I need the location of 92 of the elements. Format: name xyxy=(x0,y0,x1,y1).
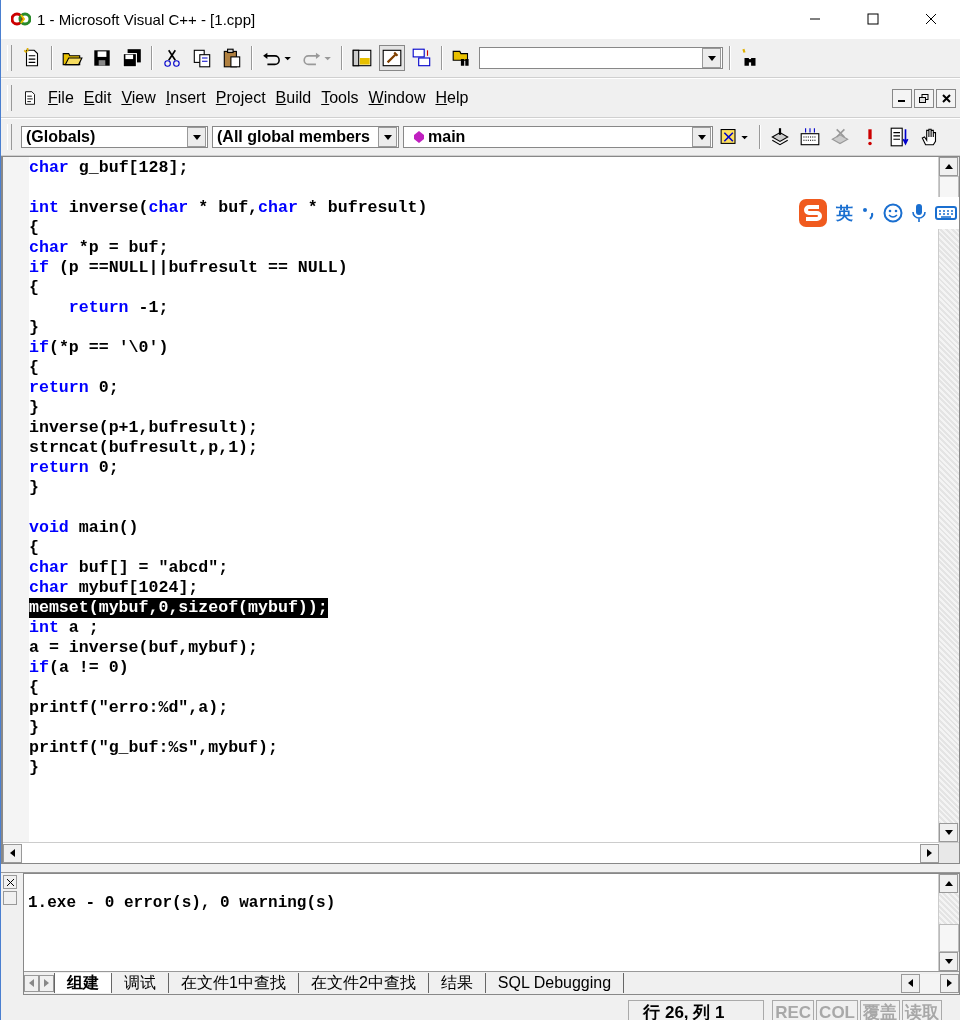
menu-item[interactable]: Tools xyxy=(318,87,362,109)
horizontal-scrollbar[interactable] xyxy=(3,842,959,863)
scroll-down-icon xyxy=(944,959,953,964)
output-window-icon[interactable] xyxy=(379,45,405,71)
code-line: } xyxy=(29,318,39,338)
scroll-left-icon xyxy=(908,979,913,987)
output-line: 1.exe - 0 error(s), 0 warning(s) xyxy=(28,894,337,912)
code-line: { xyxy=(29,218,39,238)
code-line: int a ; xyxy=(29,618,99,638)
status-indicator: 读取 xyxy=(902,1000,942,1020)
code-line: return -1; xyxy=(67,298,169,318)
code-line: { xyxy=(29,358,39,378)
scroll-right-icon xyxy=(44,979,49,987)
members-combo[interactable]: main xyxy=(403,126,713,148)
code-line: return 0; xyxy=(29,458,119,478)
output-tab[interactable]: 在文件2中查找 xyxy=(298,973,429,993)
status-indicator: REC xyxy=(772,1000,815,1020)
microphone-icon[interactable] xyxy=(911,203,927,223)
menu-item[interactable]: Window xyxy=(365,87,429,109)
tab-scroll-right[interactable] xyxy=(39,974,54,992)
scroll-down-icon xyxy=(944,830,953,835)
code-line: } xyxy=(29,758,39,778)
scroll-right-icon xyxy=(947,979,952,987)
app-logo-icon xyxy=(11,12,31,26)
code-line: char g_buf[128]; xyxy=(29,158,189,178)
menu-item[interactable]: Help xyxy=(432,87,472,109)
output-tab[interactable]: 组建 xyxy=(54,973,112,993)
punctuation-icon[interactable] xyxy=(861,206,875,220)
code-line: { xyxy=(29,538,39,558)
diamond-icon xyxy=(414,131,424,143)
code-line: if (p ==NULL||bufresult == NULL) xyxy=(29,258,348,278)
restore-button[interactable] xyxy=(914,88,934,108)
menu-item[interactable]: Project xyxy=(212,87,269,109)
restore-icon xyxy=(919,93,929,103)
scroll-up-icon xyxy=(944,881,953,886)
output-tab[interactable]: 调试 xyxy=(112,973,169,993)
code-line: strncat(bufresult,p,1); xyxy=(29,438,259,458)
code-line: if(a != 0) xyxy=(29,658,129,678)
code-line: } xyxy=(29,718,39,738)
code-line: inverse(p+1,bufresult); xyxy=(29,418,259,438)
menu-item[interactable]: View xyxy=(118,87,159,109)
code-line: int inverse(char * buf,char * bufresult) xyxy=(29,198,428,218)
scroll-thumb[interactable] xyxy=(920,973,940,993)
code-line: char *p = buf; xyxy=(29,238,169,258)
scroll-thumb[interactable] xyxy=(939,176,959,198)
scroll-right-icon xyxy=(927,849,932,857)
menu-item[interactable]: Insert xyxy=(162,87,209,109)
output-tab[interactable]: 在文件1中查找 xyxy=(169,973,299,993)
dropdown-arrow-icon xyxy=(707,55,716,61)
output-tab[interactable]: SQL Debugging xyxy=(485,973,625,993)
keyboard-icon[interactable] xyxy=(935,205,957,221)
window-title: 1 - Microsoft Visual C++ - [1.cpp] xyxy=(37,10,256,28)
menu-item[interactable]: File xyxy=(45,87,77,109)
scroll-thumb[interactable] xyxy=(939,924,959,952)
menu-item[interactable]: Edit xyxy=(80,87,115,109)
code-line: void main() xyxy=(29,518,139,538)
tab-scroll-left[interactable] xyxy=(24,974,39,992)
dropdown-arrow-icon xyxy=(383,134,392,140)
cursor-position: 行 26, 列 1 xyxy=(628,1000,765,1020)
code-line: printf("g_buf:%s",mybuf); xyxy=(29,738,278,758)
code-line: printf("erro:%d",a); xyxy=(29,698,229,718)
input-mode-toggle[interactable]: 英 xyxy=(836,201,853,225)
code-line: { xyxy=(29,678,39,698)
pane-grip[interactable] xyxy=(3,891,17,905)
minimize-button[interactable] xyxy=(892,88,912,108)
status-indicator: 覆盖 xyxy=(860,1000,900,1020)
filter-combo[interactable]: (All global members xyxy=(212,126,399,148)
dropdown-arrow-icon xyxy=(192,134,201,140)
dropdown-arrow-icon xyxy=(697,134,706,140)
scroll-left-icon xyxy=(10,849,15,857)
close-pane-button[interactable] xyxy=(3,875,17,889)
vertical-scrollbar[interactable] xyxy=(938,157,959,842)
close-button[interactable] xyxy=(936,88,956,108)
output-scrollbar[interactable] xyxy=(938,874,959,971)
code-line: } xyxy=(29,398,39,418)
code-line: a = inverse(buf,mybuf); xyxy=(29,638,259,658)
code-line: return 0; xyxy=(29,378,119,398)
output-tab[interactable]: 结果 xyxy=(428,973,486,993)
close-icon xyxy=(6,878,14,886)
close-icon xyxy=(941,93,951,103)
class-combo[interactable]: (Globals) xyxy=(21,126,208,148)
code-line: { xyxy=(29,278,39,298)
menu-item[interactable]: Build xyxy=(272,87,315,109)
code-line: char mybuf[1024]; xyxy=(29,578,199,598)
smiley-icon[interactable] xyxy=(883,203,903,223)
scroll-left-icon xyxy=(29,979,34,987)
logo-icon[interactable] xyxy=(798,198,828,228)
code-line: char buf[] = "abcd"; xyxy=(29,558,229,578)
code-line: } xyxy=(29,478,39,498)
code-line: if(*p == '\0') xyxy=(29,338,169,358)
status-indicator: COL xyxy=(816,1000,858,1020)
scroll-up-icon xyxy=(944,164,953,169)
